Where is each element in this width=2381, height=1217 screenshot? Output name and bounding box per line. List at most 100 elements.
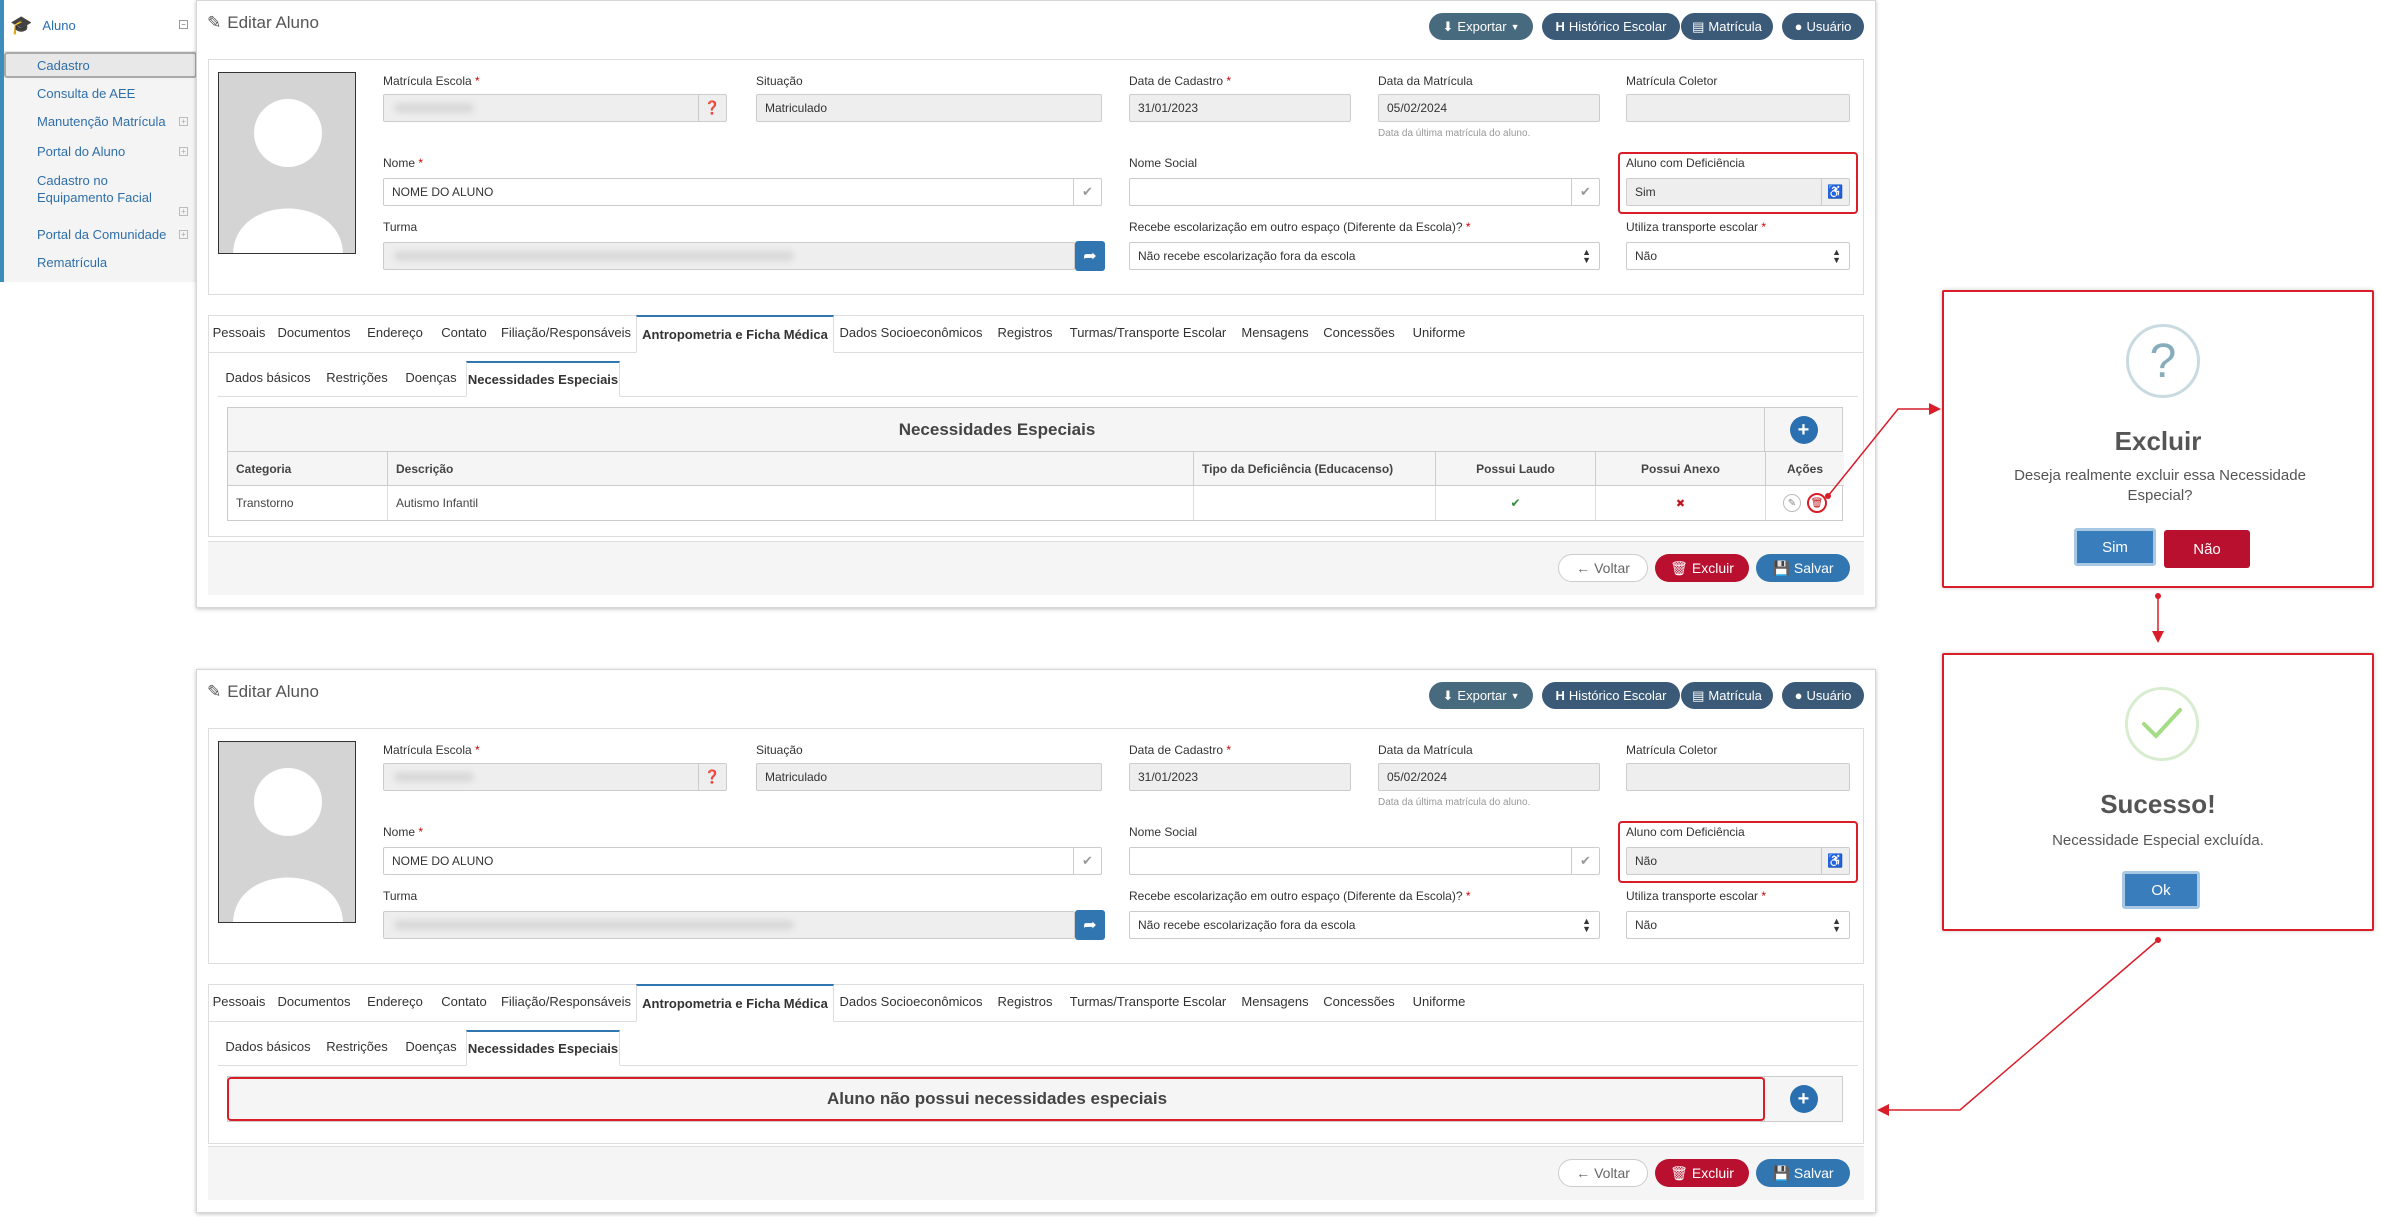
turma-input[interactable] — [383, 911, 1075, 939]
arrow-left-icon: ← — [1576, 560, 1591, 576]
sidebar-item-portal-aluno[interactable]: Portal do Aluno — [37, 144, 125, 159]
matricula-button[interactable]: ▤ Matrícula — [1681, 13, 1773, 40]
nome-input[interactable]: NOME DO ALUNO ✔ — [383, 178, 1102, 206]
tab-registros[interactable]: Registros — [988, 315, 1062, 353]
expand-icon[interactable]: + — [179, 147, 188, 156]
escolarizacao-select[interactable]: Não recebe escolarização fora da escola ▲… — [1129, 242, 1600, 270]
tab-documentos[interactable]: Documentos — [270, 315, 358, 353]
subtab-necessidades-especiais[interactable]: Necessidades Especiais — [466, 1030, 620, 1066]
tab-uniforme[interactable]: Uniforme — [1402, 315, 1476, 353]
data-matricula-label: Data da Matrícula — [1378, 743, 1473, 757]
historico-escolar-button[interactable]: H Histórico Escolar — [1542, 682, 1680, 709]
tab-uniforme[interactable]: Uniforme — [1402, 984, 1476, 1022]
historico-escolar-button[interactable]: H Histórico Escolar — [1542, 13, 1680, 40]
data-cadastro-input[interactable]: 31/01/2023 — [1129, 94, 1351, 122]
add-button[interactable]: + — [1789, 415, 1818, 444]
expand-icon[interactable]: + — [179, 230, 188, 239]
user-icon: ● — [1794, 19, 1803, 34]
select-arrows-icon: ▲ ▼ — [1582, 247, 1591, 265]
back-button[interactable]: ← Voltar — [1558, 554, 1648, 582]
subtab-necessidades-especiais[interactable]: Necessidades Especiais — [466, 361, 620, 397]
nome-input[interactable]: NOME DO ALUNO ✔ — [383, 847, 1102, 875]
tab-contato[interactable]: Contato — [432, 984, 496, 1022]
turma-goto-button[interactable]: ➦ — [1075, 241, 1105, 271]
sidebar-header[interactable]: 🎓 Aluno − — [4, 0, 196, 52]
subtab-doencas[interactable]: Doenças — [396, 361, 466, 397]
delete-button[interactable]: 🗑 Excluir — [1655, 554, 1749, 582]
sidebar-item-equipamento-facial[interactable]: Cadastro no Equipamento Facial — [37, 172, 187, 206]
situacao-input[interactable]: Matriculado — [756, 763, 1102, 791]
situacao-input[interactable]: Matriculado — [756, 94, 1102, 122]
sidebar-item-consulta-aee[interactable]: Consulta de AEE — [37, 86, 135, 101]
export-button[interactable]: ⬇ Exportar ▼ — [1429, 13, 1533, 40]
sidebar-item-rematricula[interactable]: Rematrícula — [37, 255, 107, 270]
sidebar-item-cadastro[interactable]: Cadastro — [37, 58, 90, 73]
matricula-escola-label: Matrícula Escola * — [383, 743, 480, 757]
tab-contato[interactable]: Contato — [432, 315, 496, 353]
tab-endereco[interactable]: Endereço — [358, 315, 432, 353]
confirm-no-button[interactable]: Não — [2164, 530, 2250, 568]
nome-social-input[interactable]: ✔ — [1129, 847, 1600, 875]
turma-goto-button[interactable]: ➦ — [1075, 910, 1105, 940]
tab-endereco[interactable]: Endereço — [358, 984, 432, 1022]
tab-antropometria[interactable]: Antropometria e Ficha Médica — [636, 315, 834, 353]
data-matricula-input[interactable]: 05/02/2024 — [1378, 763, 1600, 791]
nome-social-input[interactable]: ✔ — [1129, 178, 1600, 206]
subtab-restricoes[interactable]: Restrições — [318, 1030, 396, 1066]
nome-social-label: Nome Social — [1129, 825, 1198, 839]
tab-filiacao[interactable]: Filiação/Responsáveis — [496, 315, 636, 353]
tab-mensagens[interactable]: Mensagens — [1234, 315, 1316, 353]
back-button[interactable]: ← Voltar — [1558, 1159, 1648, 1187]
tab-documentos[interactable]: Documentos — [270, 984, 358, 1022]
student-photo[interactable] — [218, 741, 356, 923]
matricula-escola-input[interactable]: ❓ — [383, 94, 727, 122]
tab-concessoes[interactable]: Concessões — [1316, 315, 1402, 353]
student-info-box: Matrícula Escola * ❓ Situação Matriculad… — [208, 728, 1864, 964]
transporte-select[interactable]: Não ▲ ▼ — [1626, 242, 1850, 270]
matricula-coletor-input[interactable] — [1626, 763, 1850, 791]
transporte-select[interactable]: Não ▲ ▼ — [1626, 911, 1850, 939]
tab-socioeconomicos[interactable]: Dados Socioeconômicos — [834, 984, 988, 1022]
tab-concessoes[interactable]: Concessões — [1316, 984, 1402, 1022]
tab-pessoais[interactable]: Pessoais — [208, 984, 270, 1022]
page-title: ✎ Editar Aluno — [207, 13, 319, 32]
subtab-restricoes[interactable]: Restrições — [318, 361, 396, 397]
usuario-button[interactable]: ● Usuário — [1782, 682, 1864, 709]
tab-registros[interactable]: Registros — [988, 984, 1062, 1022]
add-button[interactable]: + — [1789, 1085, 1818, 1113]
confirm-yes-button[interactable]: Sim — [2074, 528, 2156, 566]
tab-filiacao[interactable]: Filiação/Responsáveis — [496, 984, 636, 1022]
tab-pessoais[interactable]: Pessoais — [208, 315, 270, 353]
data-cadastro-input[interactable]: 31/01/2023 — [1129, 763, 1351, 791]
tab-mensagens[interactable]: Mensagens — [1234, 984, 1316, 1022]
student-photo[interactable] — [218, 72, 356, 254]
turma-input[interactable] — [383, 242, 1075, 270]
subtab-dados-basicos[interactable]: Dados básicos — [218, 1030, 318, 1066]
edit-row-icon[interactable]: ✎ — [1783, 494, 1801, 512]
subtab-doencas[interactable]: Doenças — [396, 1030, 466, 1066]
matricula-button[interactable]: ▤ Matrícula — [1681, 682, 1773, 709]
sidebar-item-manutencao-matricula[interactable]: Manutenção Matrícula — [37, 114, 166, 129]
escolarizacao-select[interactable]: Não recebe escolarização fora da escola ▲… — [1129, 911, 1600, 939]
matricula-coletor-input[interactable] — [1626, 94, 1850, 122]
usuario-button[interactable]: ● Usuário — [1782, 13, 1864, 40]
tab-turmas-transporte[interactable]: Turmas/Transporte Escolar — [1062, 984, 1234, 1022]
success-ok-button[interactable]: Ok — [2122, 871, 2200, 909]
export-button[interactable]: ⬇ Exportar ▼ — [1429, 682, 1533, 709]
subtab-dados-basicos[interactable]: Dados básicos — [218, 361, 318, 397]
expand-icon[interactable]: + — [179, 117, 188, 126]
expand-icon[interactable]: + — [179, 207, 188, 216]
save-button[interactable]: 💾 Salvar — [1756, 554, 1850, 582]
collapse-icon[interactable]: − — [179, 20, 188, 29]
data-matricula-input[interactable]: 05/02/2024 — [1378, 94, 1600, 122]
save-button[interactable]: 💾 Salvar — [1756, 1159, 1850, 1187]
matricula-escola-input[interactable]: ❓ — [383, 763, 727, 791]
sidebar-item-portal-comunidade[interactable]: Portal da Comunidade — [37, 227, 166, 242]
tab-socioeconomicos[interactable]: Dados Socioeconômicos — [834, 315, 988, 353]
download-icon: ⬇ — [1442, 18, 1454, 34]
delete-button[interactable]: 🗑 Excluir — [1655, 1159, 1749, 1187]
delete-row-icon[interactable]: 🗑 — [1807, 493, 1827, 513]
tab-antropometria[interactable]: Antropometria e Ficha Médica — [636, 984, 834, 1022]
tab-turmas-transporte[interactable]: Turmas/Transporte Escolar — [1062, 315, 1234, 353]
check-icon: ✔ — [1571, 848, 1599, 874]
